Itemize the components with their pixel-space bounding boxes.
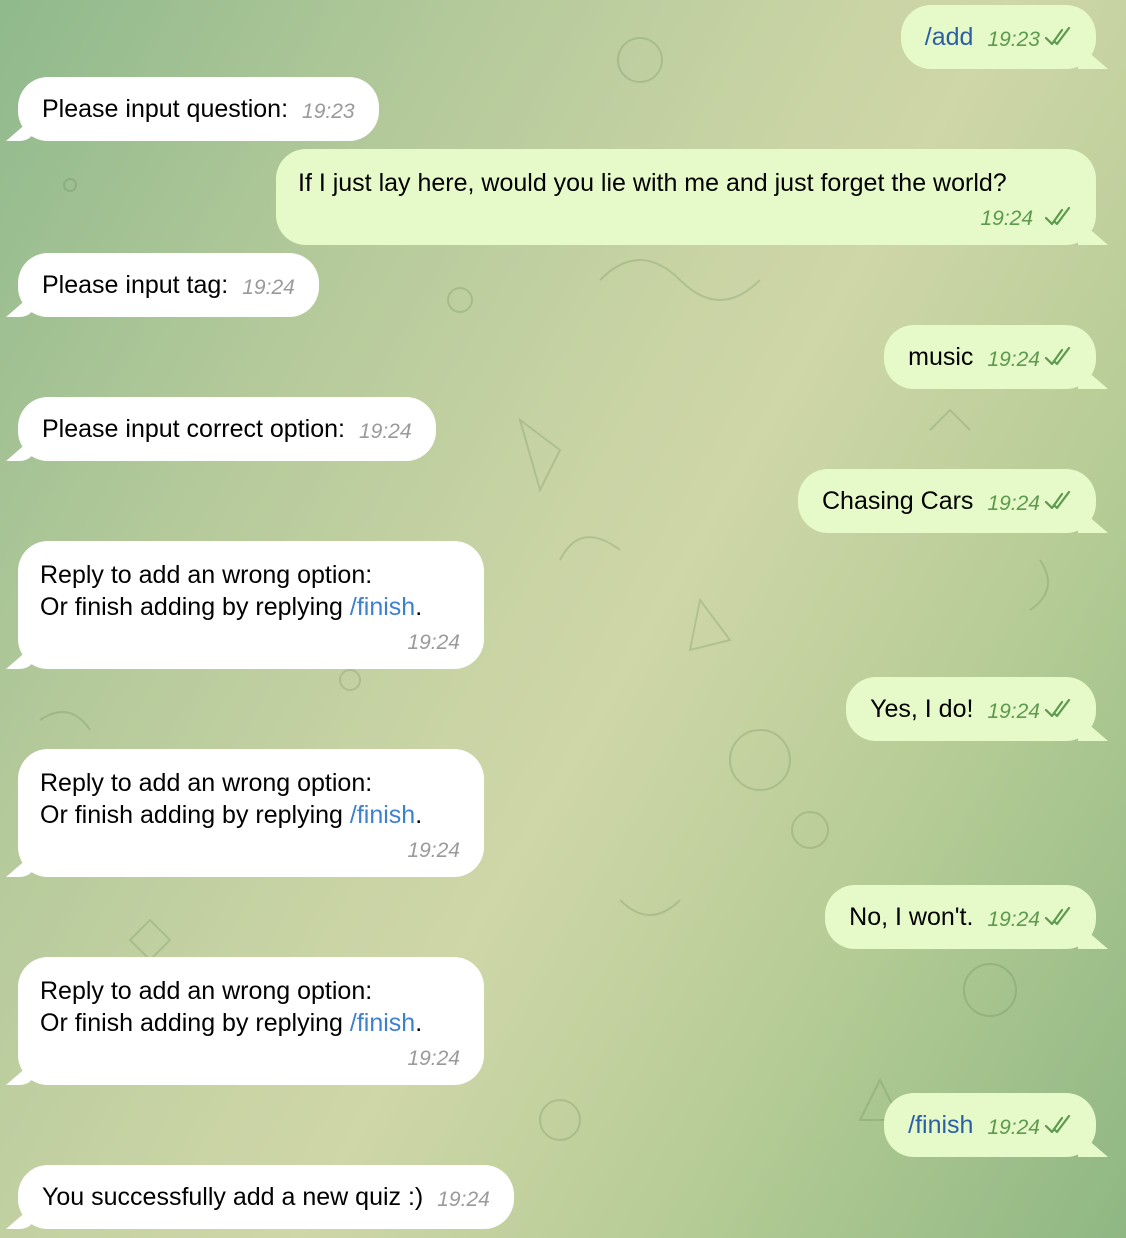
message-list[interactable]: /add 19:23 Please input question: 19:23 … (0, 0, 1126, 1238)
message-text-line2: Or finish adding by replying (40, 801, 350, 829)
message-time: 19:24 (987, 348, 1040, 371)
message-time: 19:24 (980, 207, 1034, 230)
incoming-message[interactable]: Reply to add an wrong option: Or finish … (18, 541, 484, 669)
message-time: 19:24 (437, 1188, 490, 1211)
double-check-icon (1044, 207, 1071, 226)
finish-command-link[interactable]: /finish (350, 593, 415, 621)
command-link[interactable]: /finish (908, 1109, 973, 1141)
message-time: 19:24 (987, 492, 1040, 515)
incoming-message[interactable]: Please input question: 19:23 (18, 77, 379, 141)
message-text: Please input correct option: (42, 415, 345, 443)
message-time: 19:23 (987, 28, 1040, 51)
double-check-icon (1044, 491, 1071, 510)
message-time: 19:24 (987, 1116, 1040, 1139)
message-text: You successfully add a new quiz :) (42, 1183, 424, 1211)
message-time: 19:24 (407, 839, 460, 862)
message-time: 19:24 (407, 631, 460, 654)
message-time: 19:24 (242, 276, 295, 299)
message-text: If I just lay here, would you lie with m… (298, 169, 1007, 197)
double-check-icon (1044, 699, 1071, 718)
message-text-suffix: . (415, 801, 423, 829)
incoming-message[interactable]: Reply to add an wrong option: Or finish … (18, 957, 484, 1085)
outgoing-message[interactable]: Chasing Cars 19:24 (797, 469, 1096, 533)
outgoing-message[interactable]: music 19:24 (884, 325, 1096, 389)
finish-command-link[interactable]: /finish (350, 1009, 415, 1037)
message-text: Please input question: (42, 95, 289, 123)
message-time: 19:23 (302, 100, 355, 123)
incoming-message[interactable]: Please input tag: 19:24 (18, 253, 319, 317)
message-text: Please input tag: (42, 271, 229, 299)
command-link[interactable]: /add (925, 21, 974, 53)
message-time: 19:24 (987, 908, 1040, 931)
incoming-message[interactable]: Reply to add an wrong option: Or finish … (18, 749, 484, 877)
message-time: 19:24 (358, 420, 412, 443)
finish-command-link[interactable]: /finish (350, 801, 415, 829)
message-text-line1: Reply to add an wrong option: (40, 561, 373, 589)
outgoing-message[interactable]: /add 19:23 (900, 5, 1096, 69)
double-check-icon (1044, 27, 1071, 46)
outgoing-message[interactable]: /finish 19:24 (884, 1093, 1096, 1157)
incoming-message[interactable]: Please input correct option: 19:24 (18, 397, 436, 461)
outgoing-message[interactable]: Yes, I do! 19:24 (846, 677, 1096, 741)
double-check-icon (1044, 347, 1071, 366)
outgoing-message[interactable]: No, I won't. 19:24 (825, 885, 1096, 949)
double-check-icon (1044, 907, 1071, 926)
double-check-icon (1044, 1115, 1071, 1134)
message-text: Yes, I do! (870, 695, 974, 723)
message-time: 19:24 (987, 700, 1040, 723)
message-text-suffix: . (415, 1009, 423, 1037)
message-text: No, I won't. (849, 903, 974, 931)
incoming-message[interactable]: You successfully add a new quiz :) 19:24 (18, 1165, 514, 1229)
message-text-suffix: . (415, 593, 423, 621)
message-text-line2: Or finish adding by replying (40, 1009, 350, 1037)
message-time: 19:24 (407, 1047, 460, 1070)
outgoing-message[interactable]: If I just lay here, would you lie with m… (276, 149, 1096, 245)
message-text: music (908, 343, 974, 371)
message-text-line2: Or finish adding by replying (40, 593, 350, 621)
message-text-line1: Reply to add an wrong option: (40, 769, 373, 797)
message-text-line1: Reply to add an wrong option: (40, 977, 373, 1005)
message-text: Chasing Cars (821, 487, 974, 515)
